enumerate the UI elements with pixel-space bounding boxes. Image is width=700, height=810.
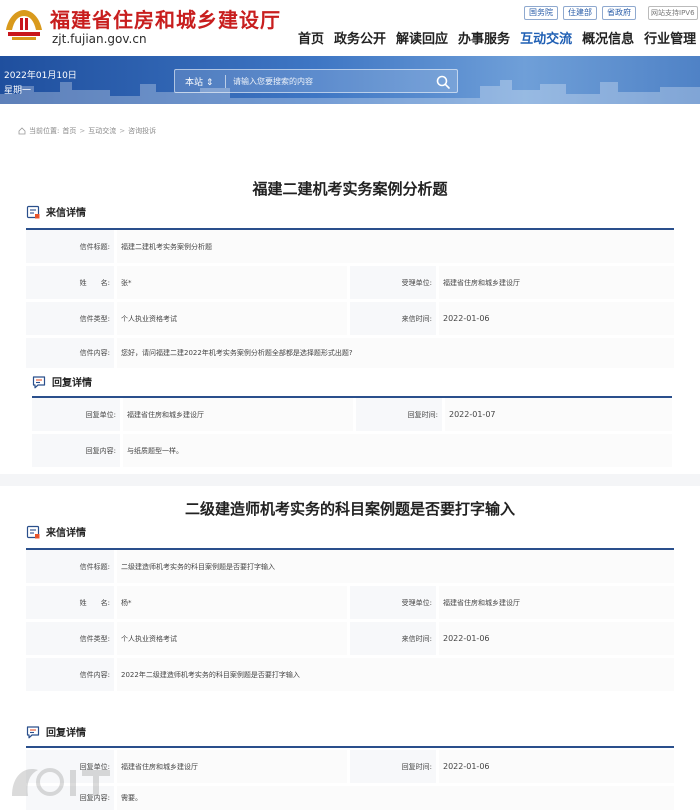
reply-row-unit: 回复单位: 福建省住房和城乡建设厅 回复时间: 2022-01-07 bbox=[32, 398, 672, 431]
watermark-logo-icon bbox=[12, 768, 110, 796]
name-value: 张* bbox=[117, 266, 347, 299]
reply-detail-label: 回复详情 bbox=[46, 728, 86, 739]
reply-content-value: 与纸质题型一样。 bbox=[123, 434, 672, 467]
gov-links: 国务院 住建部 省政府 bbox=[524, 6, 636, 20]
search-banner: 2022年01月10日 星期一 本站 ⇕ bbox=[0, 56, 700, 104]
letter-detail-heading: 来信详情 bbox=[26, 524, 86, 539]
info-row-name: 姓 名: 杨* 受理单位: 福建省住房和城乡建设厅 bbox=[26, 586, 674, 619]
reply-time-label: 回复时间: bbox=[356, 398, 442, 431]
ipv6-badge[interactable]: 网站支持IPV6 bbox=[648, 6, 698, 20]
date-label: 来信时间: bbox=[350, 302, 436, 335]
reply-row-content: 回复内容: 与纸质题型一样。 bbox=[32, 434, 672, 467]
site-domain: zjt.fujian.gov.cn bbox=[52, 32, 147, 46]
site-header: 福建省住房和城乡建设厅 zjt.fujian.gov.cn 国务院 住建部 省政… bbox=[0, 0, 700, 56]
search-scope-select[interactable]: 本站 ⇕ bbox=[185, 75, 213, 88]
current-weekday: 星期一 bbox=[4, 86, 32, 96]
gov-link-ministry[interactable]: 住建部 bbox=[563, 6, 597, 20]
nav-government-affairs[interactable]: 政务公开 bbox=[334, 28, 386, 47]
screenshot-divider bbox=[0, 474, 700, 486]
dept-value: 福建省住房和城乡建设厅 bbox=[439, 266, 674, 299]
nav-overview[interactable]: 概况信息 bbox=[582, 28, 634, 47]
letter-detail-label: 来信详情 bbox=[46, 208, 86, 219]
name-value: 杨* bbox=[117, 586, 347, 619]
date-value: 2022-01-06 bbox=[439, 302, 674, 335]
letter-title: 福建二建机考实务案例分析题 bbox=[252, 180, 448, 198]
dept-label: 受理单位: bbox=[350, 266, 436, 299]
reply-unit-label: 回复单位: bbox=[32, 398, 120, 431]
type-label: 信件类型: bbox=[26, 302, 114, 335]
nav-interaction[interactable]: 互动交流 bbox=[520, 28, 572, 47]
breadcrumb-home[interactable]: 首页 bbox=[62, 126, 76, 136]
content-value: 您好，请问福建二建2022年机考实务案例分析题全部都是选择题形式出题? bbox=[117, 338, 674, 368]
chat-bubble-icon bbox=[26, 725, 40, 738]
reply-unit-value: 福建省住房和城乡建设厅 bbox=[123, 398, 353, 431]
site-name[interactable]: 福建省住房和城乡建设厅 bbox=[50, 4, 281, 33]
name-label: 姓 名: bbox=[26, 266, 114, 299]
gov-link-province[interactable]: 省政府 bbox=[602, 6, 636, 20]
content-label: 信件内容: bbox=[26, 658, 114, 691]
type-value: 个人执业资格考试 bbox=[117, 622, 347, 655]
info-row-subject: 信件标题: 福建二建机考实务案例分析题 bbox=[26, 230, 674, 263]
info-row-type: 信件类型: 个人执业资格考试 来信时间: 2022-01-06 bbox=[26, 622, 674, 655]
reply-detail-heading: 回复详情 bbox=[32, 374, 92, 389]
breadcrumb-interaction[interactable]: 互动交流 bbox=[88, 126, 116, 136]
breadcrumb-consult[interactable]: 咨询投诉 bbox=[128, 126, 156, 136]
name-label: 姓 名: bbox=[26, 586, 114, 619]
type-label: 信件类型: bbox=[26, 622, 114, 655]
reply-content-label: 回复内容: bbox=[32, 434, 120, 467]
content-label: 信件内容: bbox=[26, 338, 114, 368]
emblem-logo-icon[interactable] bbox=[2, 6, 46, 46]
section-rule bbox=[26, 746, 674, 748]
breadcrumb: 当前位置: 首页 > 互动交流 > 咨询投诉 bbox=[18, 126, 156, 136]
search-icon[interactable] bbox=[435, 74, 451, 90]
type-value: 个人执业资格考试 bbox=[117, 302, 347, 335]
nav-industry[interactable]: 行业管理 bbox=[644, 28, 696, 47]
search-bar: 本站 ⇕ bbox=[174, 69, 458, 93]
reply-unit-value: 福建省住房和城乡建设厅 bbox=[117, 750, 347, 783]
current-date: 2022年01月10日 bbox=[4, 71, 77, 81]
reply-time-value: 2022-01-07 bbox=[445, 398, 672, 431]
main-nav: 首页 政务公开 解读回应 办事服务 互动交流 概况信息 行业管理 bbox=[298, 28, 696, 47]
search-input[interactable] bbox=[233, 73, 423, 89]
info-row-subject: 信件标题: 二级建造师机考实务的科目案例题是否要打字输入 bbox=[26, 550, 674, 583]
reply-content-value: 需要。 bbox=[117, 786, 674, 810]
reply-detail-label: 回复详情 bbox=[52, 378, 92, 389]
info-row-content: 信件内容: 您好，请问福建二建2022年机考实务案例分析题全部都是选择题形式出题… bbox=[26, 338, 674, 368]
info-row-content: 信件内容: 2022年二级建造师机考实务的科目案例题是否要打字输入 bbox=[26, 658, 674, 691]
dept-value: 福建省住房和城乡建设厅 bbox=[439, 586, 674, 619]
search-divider bbox=[225, 75, 226, 88]
location-icon bbox=[18, 127, 26, 135]
letter-title: 二级建造师机考实务的科目案例题是否要打字输入 bbox=[184, 500, 515, 518]
subject-value: 二级建造师机考实务的科目案例题是否要打字输入 bbox=[117, 550, 674, 583]
breadcrumb-separator: > bbox=[79, 127, 86, 135]
reply-time-value: 2022-01-06 bbox=[439, 750, 674, 783]
dept-label: 受理单位: bbox=[350, 586, 436, 619]
reply-time-label: 回复时间: bbox=[350, 750, 436, 783]
gov-link-state-council[interactable]: 国务院 bbox=[524, 6, 558, 20]
reply-detail-heading: 回复详情 bbox=[26, 724, 86, 739]
date-label: 来信时间: bbox=[350, 622, 436, 655]
subject-label: 信件标题: bbox=[26, 550, 114, 583]
content-value: 2022年二级建造师机考实务的科目案例题是否要打字输入 bbox=[117, 658, 674, 691]
info-row-type: 信件类型: 个人执业资格考试 来信时间: 2022-01-06 bbox=[26, 302, 674, 335]
info-row-name: 姓 名: 张* 受理单位: 福建省住房和城乡建设厅 bbox=[26, 266, 674, 299]
letter-icon bbox=[26, 205, 40, 218]
nav-interpretation[interactable]: 解读回应 bbox=[396, 28, 448, 47]
chat-bubble-icon bbox=[32, 375, 46, 388]
letter-detail-label: 来信详情 bbox=[46, 528, 86, 539]
subject-label: 信件标题: bbox=[26, 230, 114, 263]
subject-value: 福建二建机考实务案例分析题 bbox=[117, 230, 674, 263]
nav-services[interactable]: 办事服务 bbox=[458, 28, 510, 47]
date-value: 2022-01-06 bbox=[439, 622, 674, 655]
nav-home[interactable]: 首页 bbox=[298, 28, 324, 47]
breadcrumb-separator: > bbox=[119, 127, 126, 135]
letter-icon bbox=[26, 525, 40, 538]
breadcrumb-label: 当前位置: bbox=[29, 127, 60, 135]
letter-detail-heading: 来信详情 bbox=[26, 204, 86, 219]
